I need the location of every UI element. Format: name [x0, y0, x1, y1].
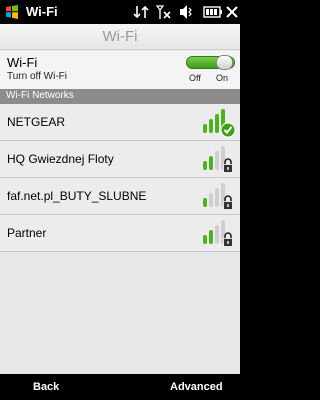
screen: Wi-Fi Wi-Fi Wi-Fi Turn off Wi-Fi Off On …	[0, 0, 240, 400]
wifi-setting-description: Turn off Wi-Fi	[7, 71, 68, 82]
network-item-faf-net-pl-buty-slubne[interactable]: faf.net.pl_BUTY_SLUBNE	[0, 178, 240, 215]
network-item-netgear[interactable]: NETGEAR	[0, 104, 240, 141]
wifi-toggle-switch[interactable]: Off On	[186, 54, 235, 86]
advanced-button[interactable]: Advanced	[170, 381, 223, 393]
network-list: NETGEAR HQ Gwiezdnej Floty faf.net.pl_BU…	[0, 104, 240, 252]
vibrate-icon	[180, 5, 192, 19]
toggle-knob[interactable]	[216, 55, 233, 70]
network-item-partner[interactable]: Partner	[0, 215, 240, 252]
close-icon[interactable]	[225, 3, 239, 21]
status-bar: Wi-Fi	[0, 0, 240, 24]
page-title: Wi-Fi	[102, 28, 138, 45]
no-signal-icon	[155, 5, 171, 19]
wifi-signal-secured-icon	[203, 183, 233, 210]
back-button[interactable]: Back	[33, 381, 59, 393]
softkey-bar: Back Advanced	[0, 374, 240, 400]
battery-icon	[203, 6, 222, 18]
wifi-signal-connected-icon	[203, 109, 236, 138]
network-name: Partner	[7, 226, 47, 240]
wifi-setting-label: Wi-Fi	[7, 55, 38, 70]
page-header: Wi-Fi	[0, 24, 240, 50]
networks-section-header: Wi-Fi Networks	[0, 89, 240, 104]
windows-start-icon[interactable]	[5, 5, 19, 19]
wifi-toggle-row[interactable]: Wi-Fi Turn off Wi-Fi Off On	[0, 51, 240, 89]
data-transfer-icon	[133, 5, 149, 19]
network-name: NETGEAR	[7, 115, 66, 129]
wifi-signal-secured-icon	[203, 220, 233, 247]
network-item-hq-gwiezdnej-floty[interactable]: HQ Gwiezdnej Floty	[0, 141, 240, 178]
toggle-off-label: Off	[189, 73, 201, 83]
network-name: HQ Gwiezdnej Floty	[7, 152, 114, 166]
wifi-signal-secured-icon	[203, 146, 233, 173]
networks-section-title: Wi-Fi Networks	[6, 90, 74, 101]
toggle-on-label: On	[216, 73, 229, 83]
network-name: faf.net.pl_BUTY_SLUBNE	[7, 189, 147, 203]
app-title: Wi-Fi	[26, 4, 58, 19]
